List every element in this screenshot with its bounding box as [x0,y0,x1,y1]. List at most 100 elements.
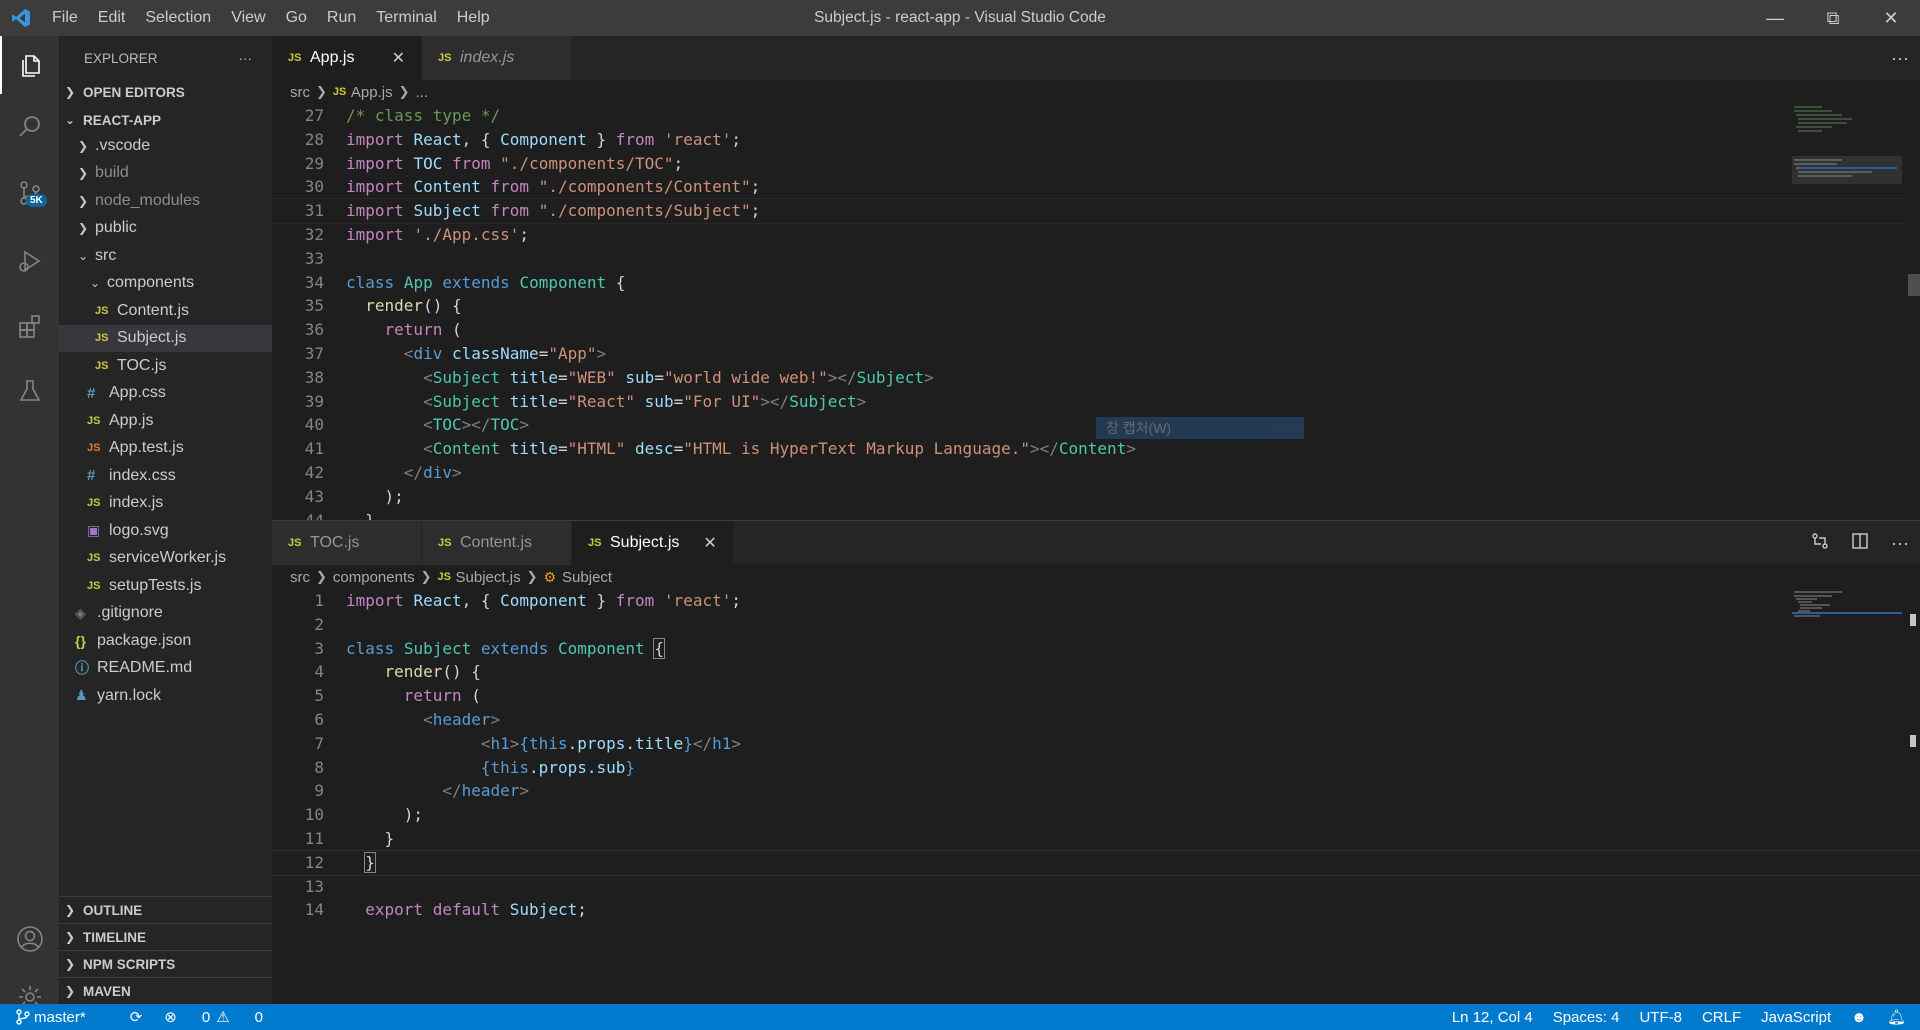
breadcrumb-item[interactable]: Subject.js [456,569,521,586]
tree-item-label: Subject.js [117,329,187,347]
menu-view[interactable]: View [221,0,275,36]
tree-item-build[interactable]: ❯ build [59,160,272,188]
notifications-bell-icon[interactable]: 🔔︎ [1887,1008,1906,1026]
tab-toc-js[interactable]: JS TOC.js [272,521,422,565]
breadcrumb-item[interactable]: ... [416,84,429,101]
tree-item-subject-js[interactable]: JS Subject.js [59,324,272,352]
restore-icon[interactable]: ⧉ [1804,0,1862,36]
tree-item-index-js[interactable]: JS index.js [59,490,272,518]
breadcrumb-item[interactable]: App.js [351,84,393,101]
tree-item-label: logo.svg [109,521,169,539]
close-tab-icon[interactable]: ✕ [703,533,716,553]
status-bar: master* ⟳ ⊗ 0 ⚠ 0 Ln 12, Col 4 Spaces: 4… [0,1004,1920,1030]
menu-selection[interactable]: Selection [135,0,221,36]
npm-scripts-section[interactable]: ❯ NPM SCRIPTS [59,950,272,977]
tree-item-components[interactable]: ⌄ components [59,270,272,298]
timeline-section[interactable]: ❯ TIMELINE [59,923,272,950]
menu-edit[interactable]: Edit [88,0,136,36]
tree-item-readme-md[interactable]: ⓘ README.md [59,655,272,683]
more-actions-icon[interactable]: ··· [1880,533,1920,554]
code-editor-bottom[interactable]: 1 import React, { Component } from 'react… [272,589,1920,1005]
source-control-icon[interactable]: 5K [0,164,59,222]
feedback-icon[interactable]: ☻ [1851,1009,1867,1026]
tree-item-content-js[interactable]: JS Content.js [59,297,272,325]
npm-scripts-label: NPM SCRIPTS [83,956,176,972]
more-actions-icon[interactable]: ··· [1880,48,1920,69]
explorer-icon[interactable] [0,36,59,94]
code-editor-top[interactable]: 27/* class type */ 28 import React, { Com… [272,104,1920,520]
title-bar: File Edit Selection View Go Run Terminal… [0,0,1920,36]
breadcrumb-item[interactable]: Subject [562,569,612,586]
tree-item-vscode[interactable]: ❯ .vscode [59,132,272,160]
testing-icon[interactable] [0,362,59,420]
open-changes-icon[interactable] [1800,532,1840,555]
account-icon[interactable] [0,910,59,968]
cursor-position[interactable]: Ln 12, Col 4 [1452,1009,1533,1026]
tree-item-index-css[interactable]: # index.css [59,462,272,490]
tree-item-label: package.json [97,631,192,649]
js-file-icon: JS [332,86,347,98]
css-file-icon: # [87,384,96,402]
search-icon[interactable] [0,98,59,156]
chevron-right-icon: ❯ [65,85,76,99]
end-of-line[interactable]: CRLF [1702,1009,1741,1026]
tree-item-src[interactable]: ⌄ src [59,242,272,270]
minimize-icon[interactable]: — [1746,0,1804,36]
tree-item-app-js[interactable]: JS App.js [59,407,272,435]
error-icon: ⊗ [164,1009,177,1026]
open-editors-section[interactable]: ❯ OPEN EDITORS [59,80,272,104]
branch-indicator[interactable]: master* [16,1009,108,1026]
sync-icon[interactable]: ⟳ [130,1008,143,1026]
tree-item-node-modules[interactable]: ❯ node_modules [59,187,272,215]
extensions-icon[interactable] [0,298,59,356]
outline-section[interactable]: ❯ OUTLINE [59,896,272,923]
vertical-scrollbar-bottom[interactable] [1906,589,1920,1005]
breadcrumb-item[interactable]: src [290,84,310,101]
tree-item-label: .gitignore [97,604,163,622]
tree-item-toc-js[interactable]: JS TOC.js [59,352,272,380]
menu-terminal[interactable]: Terminal [366,0,446,36]
maven-section[interactable]: ❯ MAVEN [59,977,272,1004]
run-debug-icon[interactable] [0,232,59,290]
close-window-icon[interactable]: ✕ [1862,0,1920,36]
tree-item-gitignore[interactable]: ◈ .gitignore [59,600,272,628]
encoding[interactable]: UTF-8 [1639,1009,1682,1026]
more-actions-icon[interactable]: ··· [239,51,253,66]
breadcrumb-top: src ❯ JS App.js ❯ ... [272,80,1920,104]
tree-item-serviceworker-js[interactable]: JS serviceWorker.js [59,545,272,573]
breadcrumb-item[interactable]: src [290,569,310,586]
capture-tooltip: 창 캡처(W) [1096,417,1304,439]
tree-item-public[interactable]: ❯ public [59,215,272,243]
tree-item-app-css[interactable]: # App.css [59,380,272,408]
tree-item-package-json[interactable]: {} package.json [59,627,272,655]
tab-app-js[interactable]: JS App.js ✕ [272,36,422,80]
breadcrumb-bottom: src ❯ components ❯ JS Subject.js ❯ ⚙ Sub… [272,565,1920,589]
indentation[interactable]: Spaces: 4 [1553,1009,1620,1026]
explorer-sidebar: EXPLORER ··· ❯ OPEN EDITORS ⌄ REACT-APP … [59,36,272,1004]
close-tab-icon[interactable]: ✕ [392,48,405,68]
tab-subject-js[interactable]: JS Subject.js ✕ [572,521,734,565]
menu-run[interactable]: Run [317,0,366,36]
maven-label: MAVEN [83,983,131,999]
project-section[interactable]: ⌄ REACT-APP [59,108,272,132]
minimap-top[interactable] [1792,104,1902,204]
menu-file[interactable]: File [42,0,88,36]
tree-item-logo-svg[interactable]: ▣ logo.svg [59,517,272,545]
class-symbol-icon: ⚙ [543,568,557,585]
language-mode[interactable]: JavaScript [1761,1009,1831,1026]
split-editor-icon[interactable] [1840,532,1880,555]
tree-item-setuptests-js[interactable]: JS setupTests.js [59,572,272,600]
minimap-bottom[interactable] [1792,589,1902,649]
vertical-scrollbar-top[interactable] [1906,104,1920,520]
tree-item-app-test-js[interactable]: JS App.test.js [59,435,272,463]
breadcrumb-item[interactable]: components [333,569,415,586]
tab-content-js[interactable]: JS Content.js [422,521,572,565]
tab-index-js[interactable]: JS index.js [422,36,572,80]
menu-help[interactable]: Help [447,0,500,36]
tree-item-yarn-lock[interactable]: ♟ yarn.lock [59,682,272,710]
problems-indicator[interactable]: ⊗ 0 ⚠ 0 [164,1008,285,1027]
git-branch-icon [16,1009,30,1025]
menu-go[interactable]: Go [276,0,317,36]
outline-label: OUTLINE [83,902,143,918]
tree-item-label: setupTests.js [109,576,202,594]
